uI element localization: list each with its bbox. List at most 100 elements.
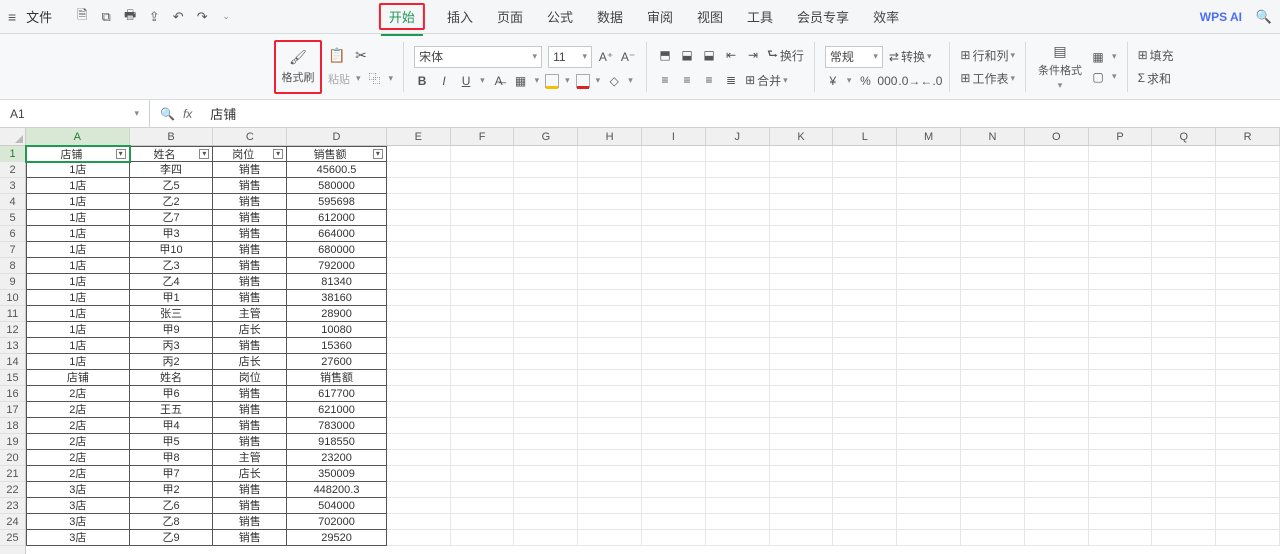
cell[interactable] (578, 210, 642, 226)
tab-2[interactable]: 页面 (495, 3, 525, 30)
tab-8[interactable]: 会员专享 (795, 3, 851, 30)
share-icon[interactable]: ⇪ (146, 9, 162, 25)
cell[interactable] (642, 146, 706, 162)
cell[interactable] (833, 354, 897, 370)
cell[interactable] (642, 258, 706, 274)
cell[interactable] (387, 386, 451, 402)
row-header-8[interactable]: 8 (0, 258, 25, 274)
cell[interactable] (514, 274, 578, 290)
cell[interactable] (451, 146, 515, 162)
cell[interactable] (1152, 242, 1216, 258)
cell[interactable] (961, 322, 1025, 338)
cell[interactable] (833, 306, 897, 322)
cell[interactable]: 1店 (26, 258, 130, 274)
select-all-corner[interactable] (0, 128, 26, 146)
cell[interactable]: 350009 (287, 466, 387, 482)
cell[interactable] (1152, 514, 1216, 530)
cell[interactable] (578, 274, 642, 290)
cell[interactable]: 甲4 (130, 418, 214, 434)
cell[interactable] (1152, 162, 1216, 178)
cell[interactable] (706, 338, 770, 354)
col-header-R[interactable]: R (1216, 128, 1280, 145)
cell[interactable] (1152, 210, 1216, 226)
row-header-6[interactable]: 6 (0, 226, 25, 242)
cell[interactable] (897, 194, 961, 210)
cell[interactable] (1089, 162, 1153, 178)
cell[interactable] (770, 306, 834, 322)
fill-color-button[interactable] (545, 74, 559, 88)
cell[interactable] (578, 306, 642, 322)
cell[interactable] (961, 146, 1025, 162)
cell[interactable] (770, 530, 834, 546)
filter-dropdown-icon[interactable]: ▾ (373, 149, 383, 159)
cell[interactable] (833, 194, 897, 210)
cell[interactable] (897, 322, 961, 338)
tab-7[interactable]: 工具 (745, 3, 775, 30)
cell[interactable] (387, 514, 451, 530)
cell[interactable] (1216, 386, 1280, 402)
cell[interactable] (387, 210, 451, 226)
cell[interactable] (961, 194, 1025, 210)
font-name-select[interactable]: 宋体▾ (414, 46, 542, 68)
cell[interactable] (642, 418, 706, 434)
cell[interactable] (961, 386, 1025, 402)
col-header-I[interactable]: I (642, 128, 706, 145)
cell[interactable] (1089, 402, 1153, 418)
cell[interactable]: 3店 (26, 514, 130, 530)
cell[interactable] (578, 162, 642, 178)
cell[interactable] (1025, 258, 1089, 274)
cell[interactable] (1216, 402, 1280, 418)
cell[interactable] (578, 146, 642, 162)
cell[interactable] (642, 370, 706, 386)
cond-format-button[interactable]: ▤ 条件格式▾ (1036, 40, 1084, 94)
cell[interactable]: 销售 (213, 258, 287, 274)
cell[interactable] (706, 146, 770, 162)
cell[interactable] (961, 242, 1025, 258)
cell[interactable]: 甲10 (130, 242, 214, 258)
cell[interactable] (897, 418, 961, 434)
cell[interactable] (1089, 242, 1153, 258)
cell[interactable]: 岗位 (213, 370, 287, 386)
cell[interactable] (961, 290, 1025, 306)
cell[interactable] (1216, 178, 1280, 194)
cell[interactable] (1089, 322, 1153, 338)
italic-button[interactable]: I (436, 74, 452, 88)
cell[interactable] (961, 434, 1025, 450)
cell[interactable] (1089, 146, 1153, 162)
cell[interactable]: 2店 (26, 418, 130, 434)
cell[interactable] (897, 306, 961, 322)
tab-1[interactable]: 插入 (445, 3, 475, 30)
cell[interactable] (1152, 466, 1216, 482)
align-bottom-icon[interactable]: ⬓ (701, 48, 717, 62)
cell[interactable]: 甲6 (130, 386, 214, 402)
cell[interactable]: 乙6 (130, 498, 214, 514)
cell[interactable] (1089, 178, 1153, 194)
cell[interactable] (1152, 258, 1216, 274)
cell[interactable] (578, 242, 642, 258)
cell[interactable] (451, 450, 515, 466)
row-header-19[interactable]: 19 (0, 434, 25, 450)
cell[interactable] (706, 402, 770, 418)
cell[interactable] (642, 434, 706, 450)
cell[interactable] (642, 162, 706, 178)
cell[interactable] (1089, 338, 1153, 354)
cell[interactable] (451, 402, 515, 418)
cell[interactable]: 主管 (213, 450, 287, 466)
row-header-24[interactable]: 24 (0, 514, 25, 530)
col-header-H[interactable]: H (578, 128, 642, 145)
cell[interactable] (1025, 242, 1089, 258)
cell[interactable] (1089, 370, 1153, 386)
cell[interactable] (1025, 338, 1089, 354)
cell[interactable] (1216, 274, 1280, 290)
undo-icon[interactable]: ↶ (170, 9, 186, 25)
cell[interactable] (897, 354, 961, 370)
cell[interactable] (961, 258, 1025, 274)
cell[interactable] (1025, 226, 1089, 242)
cell[interactable] (770, 274, 834, 290)
cell[interactable]: 595698 (287, 194, 387, 210)
cell[interactable] (578, 418, 642, 434)
file-menu[interactable]: 文件 (26, 7, 52, 26)
cell[interactable] (1025, 290, 1089, 306)
cell[interactable]: 销售 (213, 210, 287, 226)
cell[interactable] (514, 194, 578, 210)
